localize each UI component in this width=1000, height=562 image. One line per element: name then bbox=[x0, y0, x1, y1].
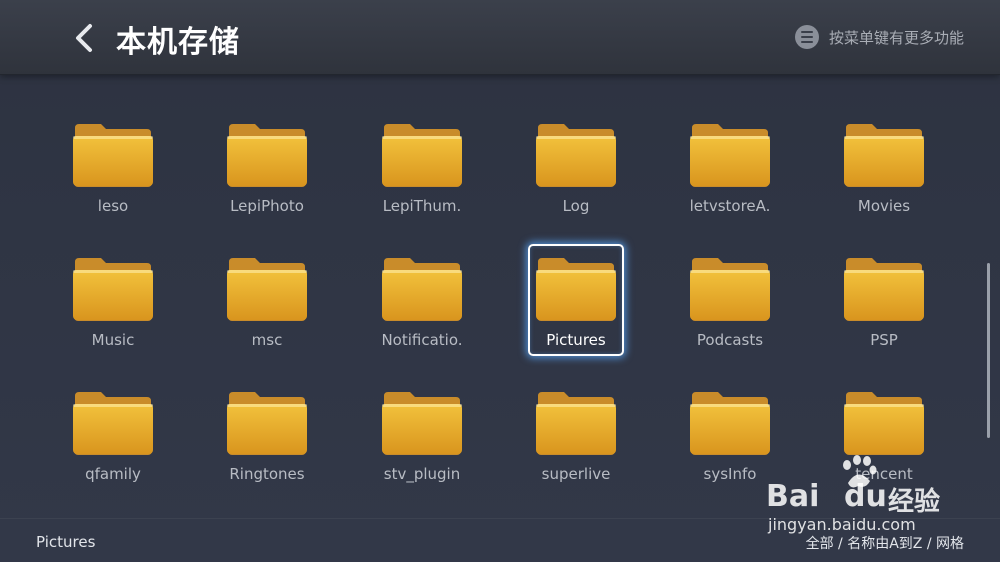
menu-icon bbox=[794, 25, 819, 49]
folder-item[interactable]: sysInfo bbox=[682, 378, 778, 490]
folder-icon bbox=[73, 258, 153, 321]
folder-item[interactable]: letvstoreA. bbox=[682, 110, 778, 222]
folder-icon bbox=[382, 258, 462, 321]
folder-label: tencent bbox=[855, 465, 913, 483]
folder-icon bbox=[73, 124, 153, 187]
folder-label: Pictures bbox=[546, 331, 606, 349]
folder-item[interactable]: superlive bbox=[528, 378, 624, 490]
folder-item[interactable]: LepiPhoto bbox=[219, 110, 315, 222]
folder-icon bbox=[690, 258, 770, 321]
folder-label: stv_plugin bbox=[383, 465, 461, 483]
top-bar: 本机存储 按菜单键有更多功能 bbox=[0, 0, 1000, 75]
folder-label: sysInfo bbox=[703, 465, 757, 483]
current-folder-label: Pictures bbox=[36, 533, 96, 551]
folder-label: PSP bbox=[870, 331, 898, 349]
folder-item[interactable]: Log bbox=[528, 110, 624, 222]
folder-label: superlive bbox=[541, 465, 611, 483]
folder-item[interactable]: Movies bbox=[836, 110, 932, 222]
folder-label: Log bbox=[562, 197, 590, 215]
folder-label: Podcasts bbox=[696, 331, 764, 349]
folder-label: Ringtones bbox=[229, 465, 305, 483]
folder-item[interactable]: stv_plugin bbox=[374, 378, 470, 490]
folder-icon bbox=[690, 392, 770, 455]
folder-label: LepiThum. bbox=[382, 197, 462, 215]
folder-icon bbox=[382, 392, 462, 455]
footer-divider bbox=[0, 518, 1000, 519]
folder-item[interactable]: leso bbox=[65, 110, 161, 222]
folder-label: qfamily bbox=[85, 465, 141, 483]
chevron-left-icon bbox=[76, 24, 92, 52]
page-title: 本机存储 bbox=[116, 25, 240, 60]
folder-icon bbox=[227, 392, 307, 455]
folder-icon bbox=[844, 392, 924, 455]
folder-label: Movies bbox=[857, 197, 911, 215]
folder-icon bbox=[227, 258, 307, 321]
folder-icon bbox=[844, 124, 924, 187]
folder-icon bbox=[536, 392, 616, 455]
folder-item[interactable]: qfamily bbox=[65, 378, 161, 490]
folder-item[interactable]: LepiThum. bbox=[374, 110, 470, 222]
folder-icon bbox=[690, 124, 770, 187]
folder-icon bbox=[536, 124, 616, 187]
folder-item[interactable]: tencent bbox=[836, 378, 932, 490]
folder-item[interactable]: msc bbox=[219, 244, 315, 356]
folder-item[interactable]: Podcasts bbox=[682, 244, 778, 356]
folder-label: letvstoreA. bbox=[689, 197, 771, 215]
folder-icon bbox=[73, 392, 153, 455]
menu-hint-text: 按菜单键有更多功能 bbox=[828, 28, 964, 47]
folder-item[interactable]: Music bbox=[65, 244, 161, 356]
folder-icon bbox=[227, 124, 307, 187]
folder-label: Music bbox=[91, 331, 135, 349]
folder-item[interactable]: PSP bbox=[836, 244, 932, 356]
folder-item[interactable]: Notificatio. bbox=[374, 244, 470, 356]
folder-label: LepiPhoto bbox=[230, 197, 304, 215]
folder-icon bbox=[536, 258, 616, 321]
folder-item[interactable]: Pictures bbox=[528, 244, 624, 356]
folder-label: leso bbox=[97, 197, 129, 215]
folder-label: Notificatio. bbox=[381, 331, 463, 349]
menu-hint: 按菜单键有更多功能 bbox=[794, 25, 964, 49]
folder-item[interactable]: Ringtones bbox=[219, 378, 315, 490]
scrollbar[interactable] bbox=[987, 263, 990, 438]
folder-icon bbox=[844, 258, 924, 321]
back-button[interactable] bbox=[64, 18, 104, 58]
folder-icon bbox=[382, 124, 462, 187]
folder-label: msc bbox=[251, 331, 283, 349]
view-options[interactable]: 全部 / 名称由A到Z / 网格 bbox=[806, 533, 964, 553]
